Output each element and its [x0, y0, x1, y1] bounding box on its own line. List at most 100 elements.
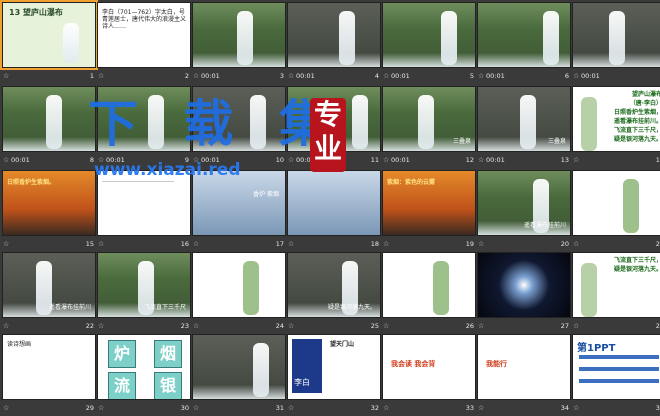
transition-icon[interactable]: ☆ [573, 153, 579, 167]
transition-icon[interactable]: ☆ [573, 319, 579, 333]
transition-icon[interactable]: ☆ [3, 319, 9, 333]
transition-icon[interactable]: ☆ [383, 69, 389, 83]
slide-thumbnail-26[interactable]: ☆26 [382, 252, 476, 334]
transition-icon[interactable]: ☆ [478, 153, 484, 167]
slide-preview[interactable] [572, 170, 660, 236]
transition-icon[interactable]: ☆ [193, 237, 199, 251]
slide-preview[interactable]: 望庐山瀑布（唐·李白）日照香炉生紫烟，遥看瀑布挂前川。飞流直下三千尺，疑是银河落… [572, 86, 660, 152]
transition-icon[interactable]: ☆ [573, 237, 579, 251]
slide-preview[interactable]: 我会读 我会背 [382, 334, 476, 400]
slide-thumbnail-29[interactable]: 读诗想画☆29 [2, 334, 96, 416]
slide-preview[interactable] [477, 2, 571, 68]
transition-icon[interactable]: ☆ [288, 401, 294, 415]
slide-thumbnail-21[interactable]: ☆21 [572, 170, 660, 252]
transition-icon[interactable]: ☆ [3, 69, 9, 83]
slide-thumbnail-8[interactable]: ☆00:018 [2, 86, 96, 168]
slide-preview[interactable]: ……………………………… [97, 170, 191, 236]
slide-thumbnail-14[interactable]: 望庐山瀑布（唐·李白）日照香炉生紫烟，遥看瀑布挂前川。飞流直下三千尺，疑是银河落… [572, 86, 660, 168]
slide-thumbnail-13[interactable]: 三叠泉☆00:0113 [477, 86, 571, 168]
transition-icon[interactable]: ☆ [3, 153, 9, 167]
slide-preview[interactable] [382, 2, 476, 68]
slide-preview[interactable] [192, 252, 286, 318]
transition-icon[interactable]: ☆ [383, 237, 389, 251]
slide-preview[interactable]: 第1PPT [572, 334, 660, 400]
slide-preview[interactable]: 炉烟流银 [97, 334, 191, 400]
slide-thumbnail-2[interactable]: 李白（701—762）字太白，号青莲居士，唐代伟大的浪漫主义诗人……☆2 [97, 2, 191, 84]
slide-preview[interactable] [192, 334, 286, 400]
transition-icon[interactable]: ☆ [383, 319, 389, 333]
slide-preview[interactable]: 遥看瀑布挂前川 [2, 252, 96, 318]
slide-thumbnail-9[interactable]: ☆00:019 [97, 86, 191, 168]
transition-icon[interactable]: ☆ [478, 319, 484, 333]
slide-thumbnail-34[interactable]: 我能行☆34 [477, 334, 571, 416]
slide-preview[interactable] [287, 2, 381, 68]
slide-preview[interactable]: 紫烟：紫色的云雾 [382, 170, 476, 236]
transition-icon[interactable]: ☆ [98, 401, 104, 415]
slide-thumbnail-19[interactable]: 紫烟：紫色的云雾☆19 [382, 170, 476, 252]
slide-preview[interactable] [287, 170, 381, 236]
slide-thumbnail-16[interactable]: ………………………………☆16 [97, 170, 191, 252]
slide-preview[interactable]: 13 望庐山瀑布 [2, 2, 96, 68]
transition-icon[interactable]: ☆ [288, 153, 294, 167]
transition-icon[interactable]: ☆ [288, 237, 294, 251]
slide-preview[interactable] [192, 2, 286, 68]
transition-icon[interactable]: ☆ [193, 69, 199, 83]
slide-preview[interactable]: 香炉·紫烟 [192, 170, 286, 236]
slide-thumbnail-17[interactable]: 香炉·紫烟☆17 [192, 170, 286, 252]
transition-icon[interactable]: ☆ [98, 69, 104, 83]
slide-thumbnail-30[interactable]: 炉烟流银☆30 [97, 334, 191, 416]
slide-preview[interactable]: 遥看瀑布挂前川 [477, 170, 571, 236]
slide-thumbnail-3[interactable]: ☆00:013 [192, 2, 286, 84]
slide-preview[interactable] [97, 86, 191, 152]
slide-thumbnail-6[interactable]: ☆00:016 [477, 2, 571, 84]
slide-thumbnail-35[interactable]: 第1PPT☆35 [572, 334, 660, 416]
slide-thumbnail-25[interactable]: 疑是银河落九天。☆25 [287, 252, 381, 334]
transition-icon[interactable]: ☆ [193, 401, 199, 415]
transition-icon[interactable]: ☆ [288, 69, 294, 83]
slide-preview[interactable] [477, 252, 571, 318]
transition-icon[interactable]: ☆ [383, 401, 389, 415]
slide-thumbnail-33[interactable]: 我会读 我会背☆33 [382, 334, 476, 416]
slide-thumbnail-5[interactable]: ☆00:015 [382, 2, 476, 84]
slide-preview[interactable]: 飞流直下三千尺，疑是银河落九天。 [572, 252, 660, 318]
transition-icon[interactable]: ☆ [193, 319, 199, 333]
slide-preview[interactable] [382, 252, 476, 318]
slide-preview[interactable]: 日照香炉生紫烟。 [2, 170, 96, 236]
slide-thumbnail-7[interactable]: ☆00:017 [572, 2, 660, 84]
slide-preview[interactable]: 飞流直下三千尺 [97, 252, 191, 318]
slide-thumbnail-27[interactable]: ☆27 [477, 252, 571, 334]
transition-icon[interactable]: ☆ [288, 319, 294, 333]
slide-preview[interactable]: 疑是银河落九天。 [287, 252, 381, 318]
transition-icon[interactable]: ☆ [383, 153, 389, 167]
slide-thumbnail-24[interactable]: ☆24 [192, 252, 286, 334]
slide-thumbnail-32[interactable]: 李白望天门山☆32 [287, 334, 381, 416]
transition-icon[interactable]: ☆ [3, 401, 9, 415]
transition-icon[interactable]: ☆ [478, 401, 484, 415]
slide-thumbnail-31[interactable]: ☆31 [192, 334, 286, 416]
transition-icon[interactable]: ☆ [3, 237, 9, 251]
transition-icon[interactable]: ☆ [478, 69, 484, 83]
slide-thumbnail-23[interactable]: 飞流直下三千尺☆23 [97, 252, 191, 334]
slide-preview[interactable]: 李白望天门山 [287, 334, 381, 400]
slide-thumbnail-1[interactable]: 13 望庐山瀑布☆1 [2, 2, 96, 84]
transition-icon[interactable]: ☆ [478, 237, 484, 251]
slide-preview[interactable] [572, 2, 660, 68]
slide-thumbnail-18[interactable]: ☆18 [287, 170, 381, 252]
transition-icon[interactable]: ☆ [98, 319, 104, 333]
slide-preview[interactable]: 三叠泉 [382, 86, 476, 152]
slide-preview[interactable]: 李白（701—762）字太白，号青莲居士，唐代伟大的浪漫主义诗人…… [97, 2, 191, 68]
slide-thumbnail-4[interactable]: ☆00:014 [287, 2, 381, 84]
slide-thumbnail-15[interactable]: 日照香炉生紫烟。☆15 [2, 170, 96, 252]
slide-preview[interactable] [2, 86, 96, 152]
slide-thumbnail-12[interactable]: 三叠泉☆00:0112 [382, 86, 476, 168]
slide-preview[interactable] [192, 86, 286, 152]
slide-preview[interactable]: 我能行 [477, 334, 571, 400]
transition-icon[interactable]: ☆ [98, 153, 104, 167]
slide-thumbnail-10[interactable]: ☆00:0110 [192, 86, 286, 168]
slide-preview[interactable]: 读诗想画 [2, 334, 96, 400]
slide-thumbnail-20[interactable]: 遥看瀑布挂前川☆20 [477, 170, 571, 252]
slide-thumbnail-28[interactable]: 飞流直下三千尺，疑是银河落九天。☆28 [572, 252, 660, 334]
slide-thumbnail-22[interactable]: 遥看瀑布挂前川☆22 [2, 252, 96, 334]
transition-icon[interactable]: ☆ [98, 237, 104, 251]
transition-icon[interactable]: ☆ [193, 153, 199, 167]
